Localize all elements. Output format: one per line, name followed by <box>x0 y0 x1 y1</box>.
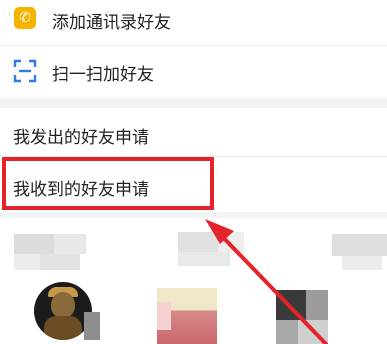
highlight-box <box>2 157 214 210</box>
blurred-block <box>54 234 86 254</box>
add-contacts-row[interactable]: ✆ 添加通讯录好友 <box>0 0 387 42</box>
blurred-block <box>178 232 218 252</box>
scan-add-friend-row[interactable]: 扫一扫加好友 <box>0 46 387 96</box>
blurred-block <box>332 234 387 256</box>
sent-requests-label: 我发出的好友申请 <box>13 128 149 148</box>
sent-requests-row[interactable]: 我发出的好友申请 <box>0 108 387 156</box>
blurred-block <box>14 234 54 254</box>
blurred-block <box>178 252 230 266</box>
scan-icon <box>13 59 37 83</box>
blurred-block <box>276 320 298 344</box>
section-separator <box>0 98 387 108</box>
scan-add-friend-label: 扫一扫加好友 <box>52 65 154 85</box>
blurred-block <box>342 256 382 270</box>
blurred-block <box>40 254 80 270</box>
section-separator <box>0 212 387 218</box>
blurred-block <box>14 254 40 270</box>
blurred-block <box>298 320 328 344</box>
blurred-avatar <box>276 290 306 320</box>
blurred-block <box>84 312 100 340</box>
blurred-block <box>157 302 171 330</box>
blurred-block <box>218 232 244 252</box>
add-contacts-label: 添加通讯录好友 <box>52 13 171 33</box>
phone-icon: ✆ <box>14 7 36 29</box>
blurred-block <box>306 290 328 320</box>
